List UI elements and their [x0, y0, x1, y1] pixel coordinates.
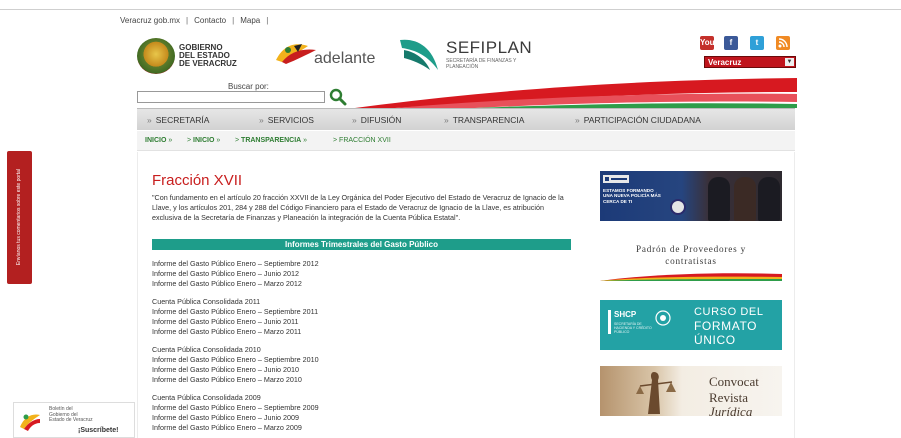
nav-secretaria[interactable]: » SECRETARÍA [147, 115, 209, 125]
section-header: Informes Trimestrales del Gasto Público [152, 239, 571, 250]
report-link[interactable]: Informe del Gasto Público Enero – Septie… [152, 403, 319, 412]
convocatoria-revista-banner[interactable]: Convocat Revista Jurídica [600, 366, 782, 416]
nav-difusion[interactable]: » DIFUSIÓN [352, 115, 401, 125]
link-contacto[interactable]: Contacto [194, 16, 226, 25]
report-link[interactable]: Informe del Gasto Público Enero – Marzo … [152, 423, 302, 432]
intro-text: "Con fundamento en el artículo 20 fracci… [152, 193, 564, 222]
header-swoosh [355, 78, 797, 108]
youtube-icon[interactable]: You [700, 36, 715, 50]
officer-figure [758, 177, 780, 221]
report-link[interactable]: Informe del Gasto Público Enero – Junio … [152, 317, 299, 326]
newsletter-logo-icon [20, 414, 40, 431]
curso-formato-unico-banner[interactable]: SHCP SECRETARÍA DE HACIENDA Y CRÉDITO PÚ… [600, 300, 782, 350]
breadcrumb-current: > FRACCIÓN XVII [333, 137, 391, 144]
curso-line-3: ÚNICO [694, 333, 736, 347]
convoca-line-3: Jurídica [709, 404, 753, 416]
separator: | [232, 16, 235, 25]
sefiplan-mark-icon [400, 39, 438, 70]
report-group-heading[interactable]: Cuenta Pública Consolidada 2011 [152, 297, 260, 306]
feedback-tab-label: Envíanos tus comentarios sobre este port… [16, 168, 22, 266]
report-link[interactable]: Informe del Gasto Público Enero – Junio … [152, 365, 299, 374]
justice-statue-icon [636, 372, 676, 414]
search-input[interactable] [137, 91, 325, 103]
nav-transparencia[interactable]: » TRANSPARENCIA [444, 115, 524, 125]
nav-participacion-ciudadana[interactable]: » PARTICIPACIÓN CIUDADANA [575, 115, 701, 125]
report-link[interactable]: Informe del Gasto Público Enero – Septie… [152, 307, 318, 316]
report-link[interactable]: Informe del Gasto Público Enero – Marzo … [152, 327, 301, 336]
top-links: Veracruz gob.mx | Contacto | Mapa | [120, 16, 274, 25]
subscribe-button[interactable]: ¡Suscríbete! [78, 427, 118, 434]
report-link[interactable]: Informe del Gasto Público Enero – Septie… [152, 355, 319, 364]
police-banner[interactable]: ESTAMOS FORMANDO UNA NUEVA POLICÍA MÁS C… [600, 171, 782, 221]
gobierno-logo[interactable]: GOBIERNO DEL ESTADO DE VERACRUZ [137, 38, 237, 74]
sefiplan-subtitle: SECRETARÍA DE FINANZAS Y PLANEACIÓN [446, 58, 517, 70]
breadcrumb: INICIO » > INICIO » > TRANSPARENCIA » > … [137, 131, 795, 151]
officer-figure [708, 177, 730, 221]
sefiplan-logo[interactable]: SEFIPLAN SECRETARÍA DE FINANZAS Y PLANEA… [398, 36, 538, 74]
report-link[interactable]: Informe del Gasto Público Enero – Septie… [152, 259, 319, 268]
main-nav: » SECRETARÍA » SERVICIOS » DIFUSIÓN » TRANSP… [137, 108, 795, 130]
convoca-line-1: Convocat [709, 374, 759, 389]
nav-servicios[interactable]: » SERVICIOS [259, 115, 314, 125]
report-link[interactable]: Informe del Gasto Público Enero – Marzo … [152, 279, 302, 288]
search-label: Buscar por: [228, 82, 269, 91]
curso-line-2: FORMATO [694, 319, 758, 333]
report-link[interactable]: Informe del Gasto Público Enero – Junio … [152, 269, 299, 278]
sefiplan-title: SEFIPLAN [446, 38, 533, 57]
twitter-icon[interactable]: t [750, 36, 764, 50]
padron-color-strip [600, 273, 782, 281]
breadcrumb-inicio[interactable]: INICIO » [145, 137, 172, 144]
state-seal-icon [137, 38, 175, 74]
curso-line-1: CURSO DEL [694, 306, 764, 318]
link-veracruz-gob[interactable]: Veracruz gob.mx [120, 16, 180, 25]
report-group-heading[interactable]: Cuenta Pública Consolidada 2009 [152, 393, 261, 402]
search-icon[interactable] [328, 88, 348, 106]
adelante-mark-icon [276, 44, 316, 64]
report-link[interactable]: Informe del Gasto Público Enero – Junio … [152, 413, 299, 422]
report-link[interactable]: Informe del Gasto Público Enero – Marzo … [152, 375, 302, 384]
padron-proveedores-banner[interactable]: Padrón de Proveedores y contratistas [600, 241, 782, 285]
breadcrumb-inicio-2[interactable]: > INICIO » [187, 137, 220, 144]
feedback-tab[interactable]: Envíanos tus comentarios sobre este port… [7, 151, 32, 284]
state-select[interactable]: Veracruz ▼ [704, 56, 796, 68]
citizen-figure [734, 177, 756, 221]
rss-icon[interactable] [776, 36, 790, 50]
state-select-value: Veracruz [708, 58, 742, 67]
page-title: Fracción XVII [152, 172, 243, 189]
separator: | [186, 16, 189, 25]
government-emblem-icon [603, 175, 629, 183]
police-badge-icon [670, 199, 686, 215]
separator: | [266, 16, 269, 25]
shcp-label: SHCP [614, 310, 637, 319]
link-mapa[interactable]: Mapa [240, 16, 260, 25]
chevron-down-icon: ▼ [785, 58, 794, 66]
report-group-heading[interactable]: Cuenta Pública Consolidada 2010 [152, 345, 261, 354]
police-banner-text: ESTAMOS FORMANDO UNA NUEVA POLICÍA MÁS C… [603, 188, 661, 204]
top-divider [0, 9, 901, 10]
adelante-logo[interactable]: adelante [274, 38, 394, 72]
shcp-subtitle: SECRETARÍA DE HACIENDA Y CRÉDITO PÚBLICO [614, 322, 652, 335]
page: Veracruz gob.mx | Contacto | Mapa | GOBIERNO … [0, 0, 901, 438]
newsletter-widget[interactable]: Boletín del Gobierno del Estado de Verac… [13, 402, 135, 438]
facebook-icon[interactable]: f [724, 36, 738, 50]
newsletter-text: Boletín del Gobierno del Estado de Verac… [49, 406, 93, 424]
gobierno-logo-text: GOBIERNO DEL ESTADO DE VERACRUZ [179, 43, 237, 68]
padron-title: Padrón de Proveedores y contratistas [636, 244, 746, 266]
breadcrumb-transparencia[interactable]: > TRANSPARENCIA » [235, 137, 307, 144]
adelante-text: adelante [314, 50, 376, 67]
